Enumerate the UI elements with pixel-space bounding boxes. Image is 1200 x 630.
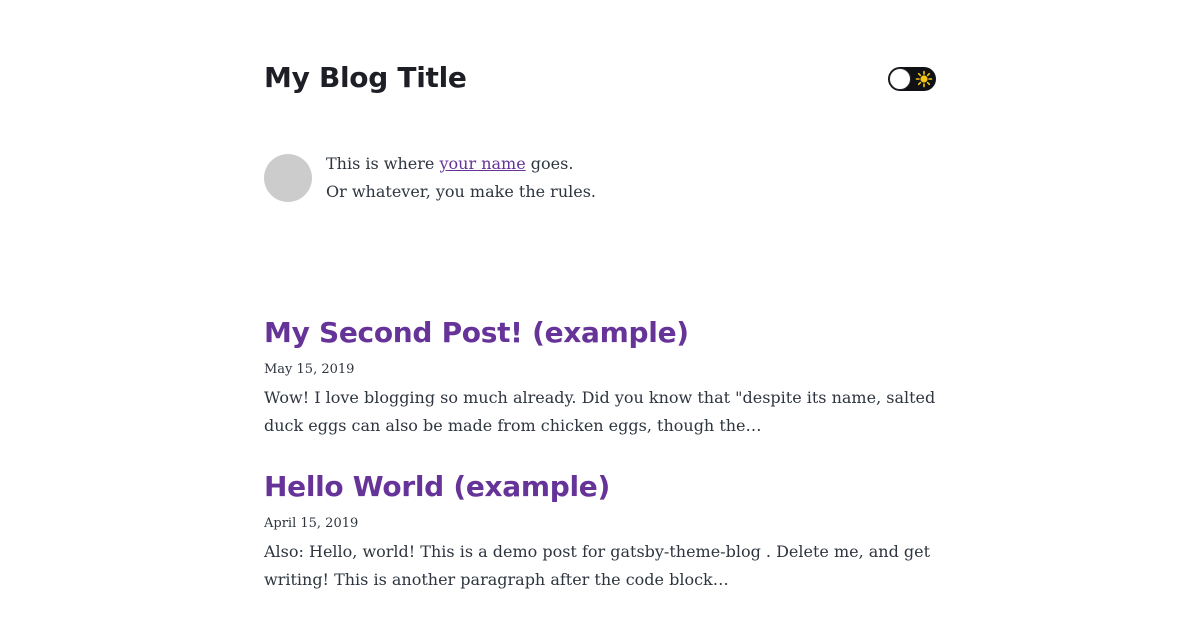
bio-line-1-prefix: This is where <box>326 154 440 173</box>
post-list: My Second Post! (example) May 15, 2019 W… <box>264 312 936 620</box>
avatar <box>264 154 312 202</box>
sun-icon <box>915 70 933 88</box>
post-date: April 15, 2019 <box>264 516 359 531</box>
post-excerpt: Wow! I love blogging so much already. Di… <box>264 388 936 435</box>
bio-line-1-suffix: goes. <box>525 154 574 173</box>
post-excerpt: Also: Hello, world! This is a demo post … <box>264 542 931 589</box>
theme-toggle[interactable] <box>888 67 936 91</box>
site-header: My Blog Title <box>264 0 936 120</box>
post-date: May 15, 2019 <box>264 362 355 377</box>
bio-text: This is where your name goes. Or whateve… <box>326 150 596 206</box>
bio-line-1: This is where your name goes. <box>326 150 596 178</box>
bio-line-2: Or whatever, you make the rules. <box>326 182 597 201</box>
toggle-knob <box>889 68 911 90</box>
author-bio: This is where your name goes. Or whateve… <box>264 150 936 210</box>
page-container: My Blog Title This is where your name go… <box>264 0 936 589</box>
post-item: My Second Post! (example) May 15, 2019 W… <box>264 312 936 440</box>
post-title-link[interactable]: Hello World (example) <box>264 466 936 508</box>
post-title-link[interactable]: My Second Post! (example) <box>264 312 936 354</box>
post-item: Hello World (example) April 15, 2019 Als… <box>264 466 936 594</box>
site-title[interactable]: My Blog Title <box>264 58 467 98</box>
author-name-link[interactable]: your name <box>439 154 525 173</box>
